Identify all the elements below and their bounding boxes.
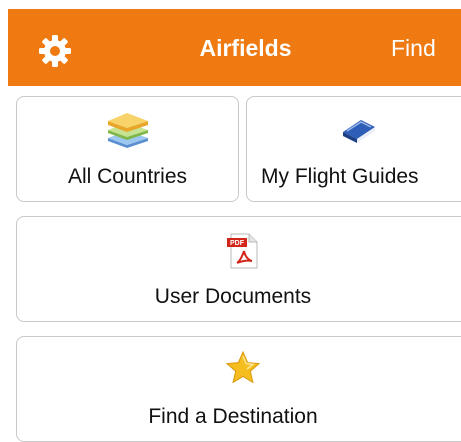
airfields-screen: Airfields Find All Countries My Flight G… — [0, 0, 461, 442]
svg-text:PDF: PDF — [230, 240, 245, 247]
all-countries-label: All Countries — [67, 165, 188, 188]
all-countries-tile[interactable]: All Countries — [16, 96, 239, 202]
pdf-document-icon: PDF — [227, 233, 258, 269]
user-documents-label: User Documents — [154, 285, 312, 308]
my-flight-guides-tile[interactable]: My Flight Guides — [246, 96, 461, 202]
find-button[interactable]: Find — [391, 37, 436, 60]
find-destination-tile[interactable]: Find a Destination — [16, 336, 461, 442]
stacked-books-icon — [107, 113, 148, 148]
user-documents-tile[interactable]: PDF User Documents — [16, 216, 461, 322]
find-destination-label: Find a Destination — [148, 405, 318, 428]
nav-bar: Airfields Find — [8, 9, 461, 86]
my-flight-guides-label: My Flight Guides — [261, 165, 419, 188]
blue-book-icon — [343, 120, 375, 143]
star-icon — [225, 350, 261, 384]
